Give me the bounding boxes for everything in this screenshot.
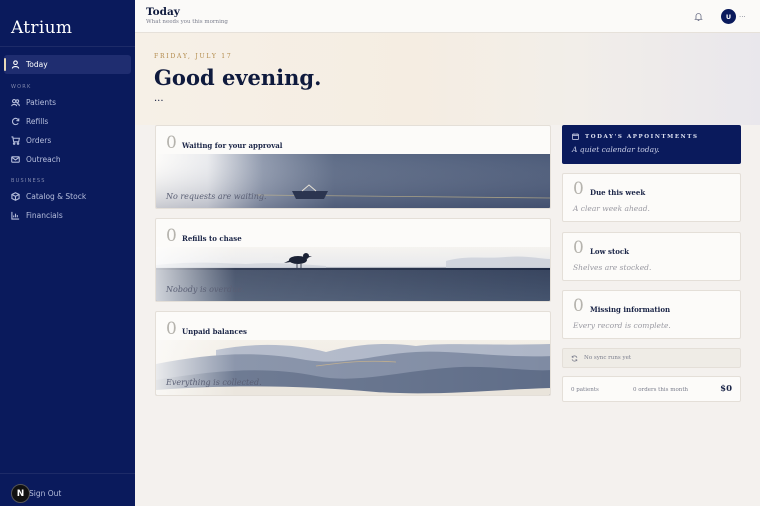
sidebar-bottom-divider [0, 473, 135, 474]
card-caption: Nobody is overdue. [166, 285, 245, 294]
card-title: Waiting for your approval [182, 141, 283, 150]
sidebar-item-label: Refills [26, 117, 49, 126]
card-title: Low stock [590, 247, 630, 256]
hero-date: FRIDAY, JULY 17 [154, 53, 233, 60]
page-subtitle: What needs you this morning [146, 19, 228, 25]
sidebar-divider [0, 46, 135, 47]
avatar-menu-dots[interactable]: ... [739, 11, 746, 19]
sidebar-item-outreach[interactable]: Outreach [4, 150, 131, 169]
missing-information-card[interactable]: 0 Missing information Every record is co… [562, 290, 741, 339]
top-bar: Today What needs you this morning U ... [135, 0, 760, 33]
sidebar-item-label: Orders [26, 136, 52, 145]
todays-appointments-card[interactable]: TODAY'S APPOINTMENTS A quiet calendar to… [562, 125, 741, 164]
sign-out-button[interactable]: N Sign Out [11, 484, 61, 503]
brand-logo[interactable]: Atrium [11, 18, 72, 38]
card-title: Refills to chase [182, 234, 242, 243]
avatar[interactable]: U [721, 9, 736, 24]
sidebar-item-today[interactable]: Today [4, 55, 131, 74]
refills-card[interactable]: 0 Refills to chase Nobody is overdue. [155, 218, 551, 302]
section-label-business: BUSINESS [11, 178, 46, 184]
section-label-work: WORK [11, 84, 32, 90]
card-title: Missing information [590, 305, 671, 314]
sync-label: No sync runs yet [584, 355, 632, 361]
sidebar-item-orders[interactable]: Orders [4, 131, 131, 150]
approval-card[interactable]: 0 Waiting for your approval No requests … [155, 125, 551, 209]
appointments-header: TODAY'S APPOINTMENTS [572, 133, 699, 140]
card-count: 0 [166, 226, 177, 246]
card-title: Unpaid balances [182, 327, 247, 336]
sidebar-item-label: Catalog & Stock [26, 192, 87, 201]
sidebar-item-financials[interactable]: Financials [4, 206, 131, 225]
sidebar-item-label: Financials [26, 211, 63, 220]
card-count: 0 [573, 296, 584, 316]
revenue-total: $0 [720, 384, 732, 394]
page-title: Today [146, 6, 180, 18]
refresh-icon [11, 117, 20, 126]
due-this-week-card[interactable]: 0 Due this week A clear week ahead. [562, 173, 741, 222]
bell-icon[interactable] [694, 12, 703, 21]
sidebar-item-label: Patients [26, 98, 57, 107]
user-icon [11, 60, 20, 69]
low-stock-card[interactable]: 0 Low stock Shelves are stocked. [562, 232, 741, 281]
summary-stats: 0 patients 0 orders this month $0 [562, 376, 741, 402]
card-count: 0 [166, 319, 177, 339]
card-count: 0 [573, 179, 584, 199]
card-caption: Everything is collected. [166, 378, 262, 387]
mail-icon [11, 156, 20, 163]
sidebar-item-refills[interactable]: Refills [4, 112, 131, 131]
sidebar-item-label: Today [26, 60, 48, 69]
sidebar-item-label: Outreach [26, 155, 61, 164]
box-icon [11, 192, 20, 201]
sidebar-item-catalog-stock[interactable]: Catalog & Stock [4, 187, 131, 206]
sync-icon [571, 355, 578, 361]
greeting-hero: FRIDAY, JULY 17 Good evening. ... [135, 33, 760, 125]
hero-ellipsis: ... [154, 93, 164, 104]
appointments-subtitle: A quiet calendar today. [572, 145, 660, 154]
mountains-illustration [156, 340, 550, 395]
card-caption: No requests are waiting. [166, 192, 267, 201]
appointments-title: TODAY'S APPOINTMENTS [585, 133, 699, 140]
card-title: Due this week [590, 188, 646, 197]
hero-greeting: Good evening. [154, 65, 322, 90]
card-count: 0 [166, 133, 177, 153]
card-subtitle: Shelves are stocked. [573, 263, 652, 272]
cart-icon [11, 136, 20, 145]
card-count: 0 [573, 238, 584, 258]
patients-count: 0 patients [571, 387, 599, 393]
sign-out-label: Sign Out [29, 489, 62, 498]
calendar-icon [572, 133, 579, 140]
sync-status[interactable]: No sync runs yet [562, 348, 741, 368]
sidebar: Atrium Today WORK Patients Refills Order… [0, 0, 135, 506]
chart-icon [11, 211, 20, 220]
n-badge-icon[interactable]: N [11, 484, 30, 503]
card-subtitle: A clear week ahead. [573, 204, 650, 213]
sidebar-item-patients[interactable]: Patients [4, 93, 131, 112]
unpaid-balances-card[interactable]: 0 Unpaid balances Everything is collecte… [155, 311, 551, 396]
card-subtitle: Every record is complete. [573, 321, 671, 330]
orders-count: 0 orders this month [633, 387, 689, 393]
users-icon [11, 98, 20, 107]
